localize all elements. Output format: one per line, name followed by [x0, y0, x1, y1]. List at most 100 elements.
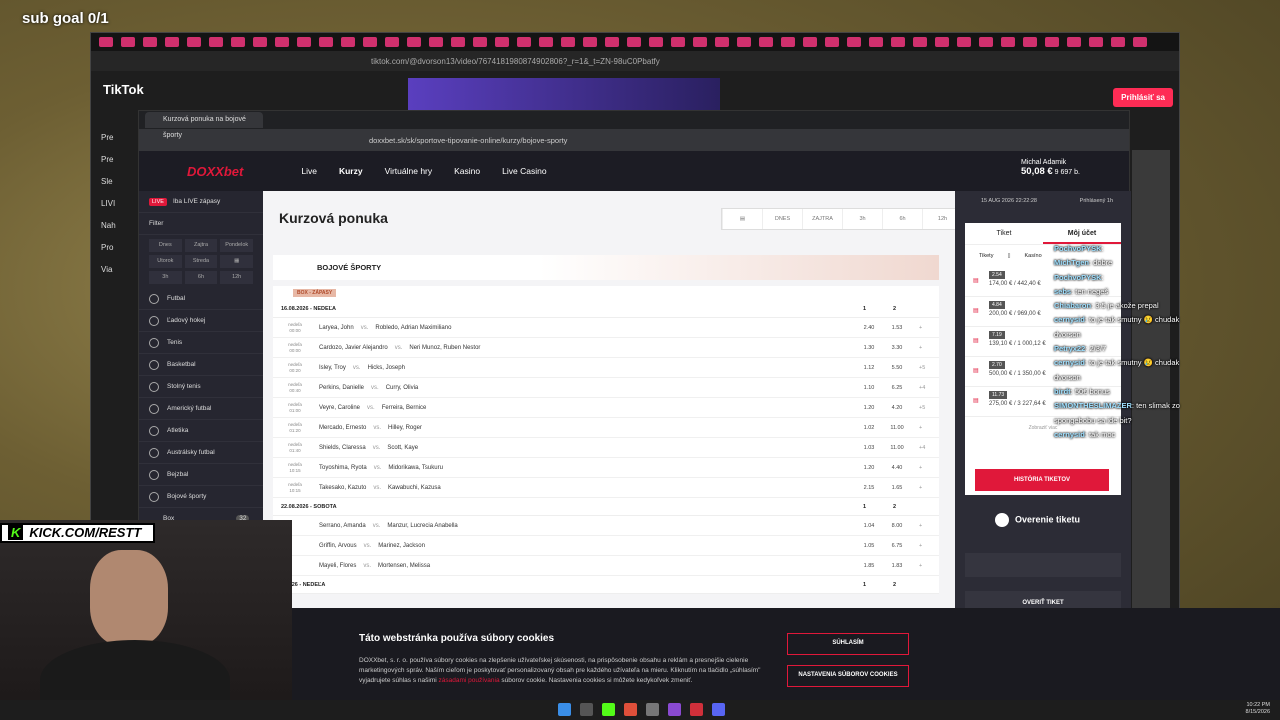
odds-away[interactable]: 3.30 [885, 345, 909, 351]
date-option[interactable]: Zajtra [184, 239, 218, 252]
sport-item[interactable]: Atletika [139, 420, 263, 442]
tiktok-nav-item[interactable]: Pre [101, 155, 141, 177]
sport-item[interactable]: Stolný tenis [139, 376, 263, 398]
odds-home[interactable]: 1.12 [857, 365, 881, 371]
odds-away[interactable]: 4.20 [885, 405, 909, 411]
start-icon[interactable] [558, 703, 571, 716]
inner-address-bar[interactable]: doxxbet.sk/sk/sportove-tipovanie-online/… [139, 129, 1129, 151]
tiktok-nav-item[interactable]: Pre [101, 133, 141, 155]
more-bets[interactable]: + [919, 325, 922, 331]
odds-home[interactable]: 1.20 [857, 405, 881, 411]
tiktok-login-button[interactable]: Prihlásiť sa [1113, 88, 1173, 107]
match-row[interactable]: nedeľa 00:00 Laryea, John vs. Robledo, Adri… [273, 318, 939, 338]
section-header[interactable]: BOJOVÉ ŠPORTY [273, 255, 939, 280]
odds-away[interactable]: 11.00 [885, 425, 909, 431]
cookie-accept-button[interactable]: SÚHLASÍM [787, 633, 909, 655]
date-option[interactable]: 3h [149, 271, 182, 284]
sub-tag[interactable]: BOX - ZÁPASY [293, 289, 337, 297]
tiktok-nav-item[interactable]: Nah [101, 221, 141, 243]
sport-item[interactable]: Tenis [139, 332, 263, 354]
odds-away[interactable]: 8.00 [885, 523, 909, 529]
match-row[interactable]: nedeľa 00:20 Isley, Troy vs. Hicks, Joseph … [273, 358, 939, 378]
more-bets[interactable]: +5 [919, 365, 925, 371]
verify-input[interactable] [965, 553, 1121, 577]
match-row[interactable]: nedeľa 10:15 Takesako, Kazuto vs. Kawabuchi… [273, 478, 939, 498]
time-filter-option[interactable]: DNES [762, 209, 802, 229]
more-bets[interactable]: + [919, 523, 922, 529]
odds-away[interactable]: 5.50 [885, 365, 909, 371]
date-option[interactable]: 6h [184, 271, 218, 284]
receipt-icon[interactable]: ▯ [1007, 253, 1010, 259]
brave-icon[interactable] [624, 703, 637, 716]
odds-home[interactable]: 1.02 [857, 425, 881, 431]
match-row[interactable]: Mayeli, Flores vs. Mortensen, Melissa 1.85… [273, 556, 939, 576]
more-bets[interactable]: + [919, 465, 922, 471]
match-row[interactable]: nedeľa 00:00 Cardozo, Javier Alejandro vs.… [273, 338, 939, 358]
kick-app-icon[interactable] [602, 703, 615, 716]
date-option[interactable]: 12h [220, 271, 253, 284]
nav-live[interactable]: Live [301, 166, 317, 176]
tab-moj-ucet[interactable]: Môj účet [1043, 223, 1121, 244]
match-row[interactable]: Serrano, Amanda vs. Manzur, Lucrecia Anabe… [273, 516, 939, 536]
live-only-toggle[interactable]: LIVE Iba LIVE zápasy [139, 191, 263, 213]
tiktok-nav-item[interactable]: LIVI [101, 199, 141, 221]
more-bets[interactable]: + [919, 485, 922, 491]
odds-away[interactable]: 1.65 [885, 485, 909, 491]
filter-row[interactable]: Filter [139, 213, 263, 235]
sport-item[interactable]: Bejzbal [139, 464, 263, 486]
sport-item[interactable]: Basketbal [139, 354, 263, 376]
time-filter-option[interactable]: 3h [842, 209, 882, 229]
odds-home[interactable]: 1.30 [857, 345, 881, 351]
more-bets[interactable]: + [919, 425, 922, 431]
sport-item[interactable]: Austrálsky futbal [139, 442, 263, 464]
more-bets[interactable]: + [919, 563, 922, 569]
odds-home[interactable]: 2.15 [857, 485, 881, 491]
odds-home[interactable]: 1.10 [857, 385, 881, 391]
date-option[interactable]: Streda [184, 255, 218, 268]
tiktok-nav-item[interactable]: Pro [101, 243, 141, 265]
list-icon[interactable]: ▤ [722, 209, 762, 229]
more-bets[interactable]: +4 [919, 445, 925, 451]
cookie-settings-button[interactable]: NASTAVENIA SÚBOROV COOKIES [787, 665, 909, 687]
match-row[interactable]: nedeľa 10:15 Toyoshima, Ryota vs. Midorikaw… [273, 458, 939, 478]
app-icon[interactable] [580, 703, 593, 716]
nav-live-casino[interactable]: Live Casino [502, 166, 546, 176]
date-option[interactable]: Utorok [149, 255, 182, 268]
tiktok-nav-item[interactable]: Sle [101, 177, 141, 199]
outer-tab-strip[interactable] [91, 33, 1179, 51]
app-icon[interactable] [668, 703, 681, 716]
subtab-kasino[interactable]: Kasíno [1025, 253, 1042, 259]
match-row[interactable]: Griffin, Arvous vs. Marinez, Jackson 1.05 … [273, 536, 939, 556]
odds-home[interactable]: 1.20 [857, 465, 881, 471]
time-filter-option[interactable]: 6h [882, 209, 922, 229]
more-bets[interactable]: + [919, 543, 922, 549]
nav-virtual[interactable]: Virtuálne hry [385, 166, 433, 176]
odds-home[interactable]: 1.03 [857, 445, 881, 451]
tab-tiket[interactable]: Tiket [965, 223, 1043, 244]
user-account[interactable]: Michal Adamik 50,08 € 9 697 b. [1021, 159, 1080, 177]
sport-item[interactable]: Futbal [139, 288, 263, 310]
match-row[interactable]: nedeľa 01:40 Shields, Claressa vs. Scott, K… [273, 438, 939, 458]
inner-url[interactable]: doxxbet.sk/sk/sportove-tipovanie-online/… [369, 136, 567, 145]
doxxbet-logo[interactable]: DOXXbet [187, 164, 243, 179]
more-bets[interactable]: +4 [919, 385, 925, 391]
nav-kurzy[interactable]: Kurzy [339, 166, 363, 176]
tiktok-logo[interactable]: TikTok [103, 82, 144, 97]
outer-url[interactable]: tiktok.com/@dvorson13/video/767418198087… [371, 57, 660, 66]
odds-home[interactable]: 1.85 [857, 563, 881, 569]
history-button[interactable]: HISTÓRIA TIKETOV [975, 469, 1109, 491]
odds-away[interactable]: 6.75 [885, 543, 909, 549]
match-row[interactable]: nedeľa 01:20 Mercado, Ernesto vs. Hilley, R… [273, 418, 939, 438]
inner-tab[interactable]: Kurzová ponuka na bojové športy [145, 112, 263, 139]
match-row[interactable]: nedeľa 01:00 Veyre, Caroline vs. Ferreira, … [273, 398, 939, 418]
date-option[interactable]: Pondelok [220, 239, 253, 252]
odds-home[interactable]: 1.05 [857, 543, 881, 549]
outer-address-bar[interactable]: tiktok.com/@dvorson13/video/767418198087… [91, 51, 1179, 71]
odds-away[interactable]: 4.40 [885, 465, 909, 471]
odds-away[interactable]: 6.25 [885, 385, 909, 391]
nav-kasino[interactable]: Kasino [454, 166, 480, 176]
sport-item[interactable]: Americký futbal [139, 398, 263, 420]
app-icon[interactable] [690, 703, 703, 716]
more-bets[interactable]: + [919, 345, 922, 351]
tiktok-nav-item[interactable]: Via [101, 265, 141, 287]
